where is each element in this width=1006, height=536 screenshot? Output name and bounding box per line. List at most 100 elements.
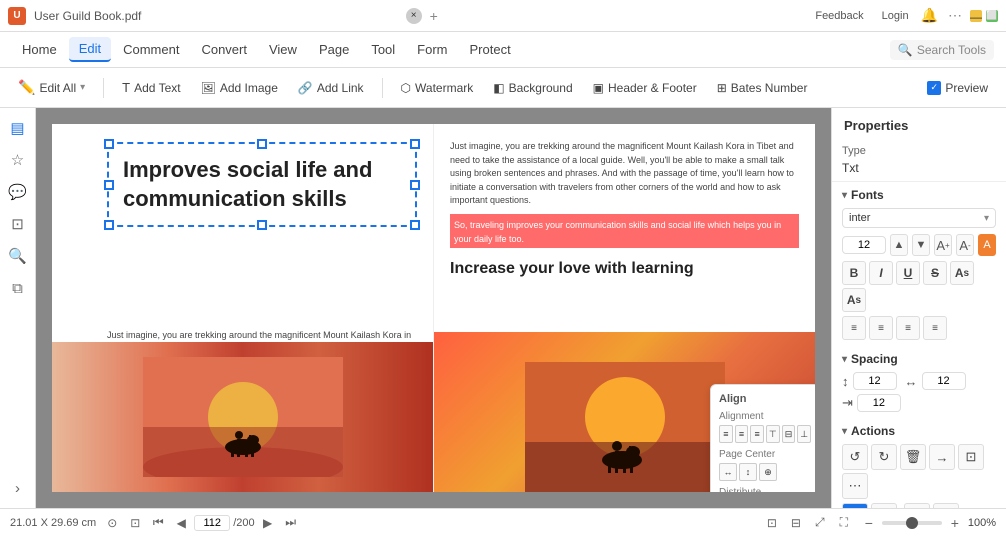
notifications-icon[interactable]: 🔔 <box>921 7 938 24</box>
font-grow-btn[interactable]: A+ <box>934 234 952 256</box>
nav-icon-2[interactable]: ⊡ <box>125 513 145 533</box>
sidebar-search-icon[interactable]: 🔍 <box>6 244 30 268</box>
underline-button[interactable]: U <box>896 261 920 285</box>
minimize-button[interactable]: — <box>970 10 982 22</box>
edit-all-button[interactable]: ✏️ Edit All <box>10 75 93 100</box>
preview-button[interactable]: ✓ Preview <box>919 77 996 99</box>
grid-view-button[interactable]: ⊞ <box>871 503 897 508</box>
align-bottom-button[interactable]: ⊥ <box>797 425 811 443</box>
menu-page[interactable]: Page <box>309 38 359 61</box>
close-tab-button[interactable]: × <box>406 8 422 24</box>
font-size-up-btn[interactable]: ▲ <box>890 234 908 256</box>
search-tools[interactable]: 🔍 Search Tools <box>890 40 994 60</box>
sidebar-form-icon[interactable]: ⊡ <box>6 212 30 236</box>
add-text-button[interactable]: T Add Text <box>114 76 188 99</box>
page-number-input[interactable]: 112 <box>194 515 230 531</box>
nav-icon-1[interactable]: ⊙ <box>102 513 122 533</box>
menu-view[interactable]: View <box>259 38 307 61</box>
align-right-text-btn[interactable]: ≡ <box>896 316 920 340</box>
zoom-slider[interactable] <box>882 521 942 525</box>
subscript-button[interactable]: As <box>842 288 866 312</box>
align-top-button[interactable]: ⊤ <box>766 425 780 443</box>
strikethrough-button[interactable]: S <box>923 261 947 285</box>
bold-button[interactable]: B <box>842 261 866 285</box>
page-center-h-button[interactable]: ↔ <box>719 463 737 481</box>
handle-br[interactable] <box>410 220 420 230</box>
delete-button[interactable]: 🗑 <box>900 444 926 470</box>
collapse-button[interactable]: ▾ <box>933 503 959 508</box>
menu-protect[interactable]: Protect <box>460 38 521 61</box>
background-button[interactable]: ◧ Background <box>485 77 580 99</box>
sidebar-bookmark-icon[interactable]: ☆ <box>6 148 30 172</box>
handle-bl[interactable] <box>104 220 114 230</box>
font-color-btn[interactable]: A <box>978 234 996 256</box>
fullscreen-icon[interactable]: ⛶ <box>834 513 854 533</box>
fit-width-icon[interactable]: ⊟ <box>786 513 806 533</box>
zoom-in-button[interactable]: + <box>946 514 964 532</box>
menu-home[interactable]: Home <box>12 38 67 61</box>
undo-button[interactable]: ↺ <box>842 444 868 470</box>
sidebar-expand-icon[interactable]: › <box>6 476 30 500</box>
handle-lm[interactable] <box>104 180 114 190</box>
crop-button[interactable]: ⊡ <box>958 444 984 470</box>
handle-tm[interactable] <box>257 139 267 149</box>
align-left-button[interactable]: ≡ <box>719 425 733 443</box>
align-left-text-btn[interactable]: ≡ <box>842 316 866 340</box>
menu-convert[interactable]: Convert <box>191 38 257 61</box>
redo-button[interactable]: ↻ <box>871 444 897 470</box>
zoom-out-button[interactable]: − <box>860 514 878 532</box>
sidebar-layers-icon[interactable]: ⧉ <box>6 276 30 300</box>
menu-comment[interactable]: Comment <box>113 38 189 61</box>
fit-page-icon[interactable]: ⊡ <box>762 513 782 533</box>
add-link-button[interactable]: 🔗 Add Link <box>290 77 372 99</box>
font-family-select[interactable]: inter ▾ <box>842 208 996 228</box>
copy-button[interactable]: → <box>929 444 955 470</box>
indent-input[interactable] <box>857 394 901 412</box>
login-button[interactable]: Login <box>876 8 915 24</box>
bates-number-button[interactable]: ⊞ Bates Number <box>709 77 816 99</box>
add-image-button[interactable]: 🖼 Add Image <box>193 77 286 99</box>
text-selection-box[interactable]: Improves social life and communication s… <box>107 142 417 227</box>
font-size-down-btn[interactable]: ▼ <box>912 234 930 256</box>
page-center-both-button[interactable]: ⊕ <box>759 463 777 481</box>
maximize-button[interactable]: ⬜ <box>986 10 998 22</box>
more-actions-button[interactable]: ⋯ <box>842 473 868 499</box>
align-right-button[interactable]: ≡ <box>750 425 764 443</box>
align-center-text-btn[interactable]: ≡ <box>869 316 893 340</box>
feedback-button[interactable]: Feedback <box>809 8 869 24</box>
menu-edit[interactable]: Edit <box>69 37 111 62</box>
handle-bm[interactable] <box>257 220 267 230</box>
zoom-thumb[interactable] <box>906 517 918 529</box>
nav-next-button[interactable]: ▶ <box>258 513 278 533</box>
align-center-button[interactable]: ≡ <box>735 425 749 443</box>
more-icon[interactable]: ⋯ <box>948 7 962 24</box>
font-size-input[interactable] <box>842 236 886 254</box>
header-footer-button[interactable]: ▣ Header & Footer <box>585 77 705 99</box>
line-spacing-input[interactable] <box>853 372 897 390</box>
expand-button[interactable]: ⟨⟩ <box>904 503 930 508</box>
menu-tool[interactable]: Tool <box>361 38 405 61</box>
italic-button[interactable]: I <box>869 261 893 285</box>
superscript-button[interactable]: As <box>950 261 974 285</box>
page-center-v-button[interactable]: ↕ <box>739 463 757 481</box>
nav-prev-button[interactable]: ◀ <box>171 513 191 533</box>
menu-form[interactable]: Form <box>407 38 457 61</box>
spacing-header[interactable]: Spacing <box>842 352 996 366</box>
handle-tl[interactable] <box>104 139 114 149</box>
align-justify-text-btn[interactable]: ≡ <box>923 316 947 340</box>
font-shrink-btn[interactable]: A- <box>956 234 974 256</box>
nav-last-button[interactable]: ⏭ <box>281 513 301 533</box>
char-spacing-input[interactable] <box>922 372 966 390</box>
handle-tr[interactable] <box>410 139 420 149</box>
list-view-button[interactable]: ≡ <box>842 503 868 508</box>
sidebar-comment-icon[interactable]: 💬 <box>6 180 30 204</box>
actions-header[interactable]: Actions <box>842 424 996 438</box>
new-tab-button[interactable]: + <box>426 8 442 24</box>
sidebar-pages-icon[interactable]: ▤ <box>6 116 30 140</box>
watermark-button[interactable]: ⬡ Watermark <box>393 77 482 99</box>
nav-first-button[interactable]: ⏮ <box>148 513 168 533</box>
align-middle-button[interactable]: ⊟ <box>782 425 796 443</box>
fonts-header[interactable]: Fonts <box>842 188 996 202</box>
rotate-icon[interactable]: ⤢ <box>810 513 830 533</box>
handle-rm[interactable] <box>410 180 420 190</box>
